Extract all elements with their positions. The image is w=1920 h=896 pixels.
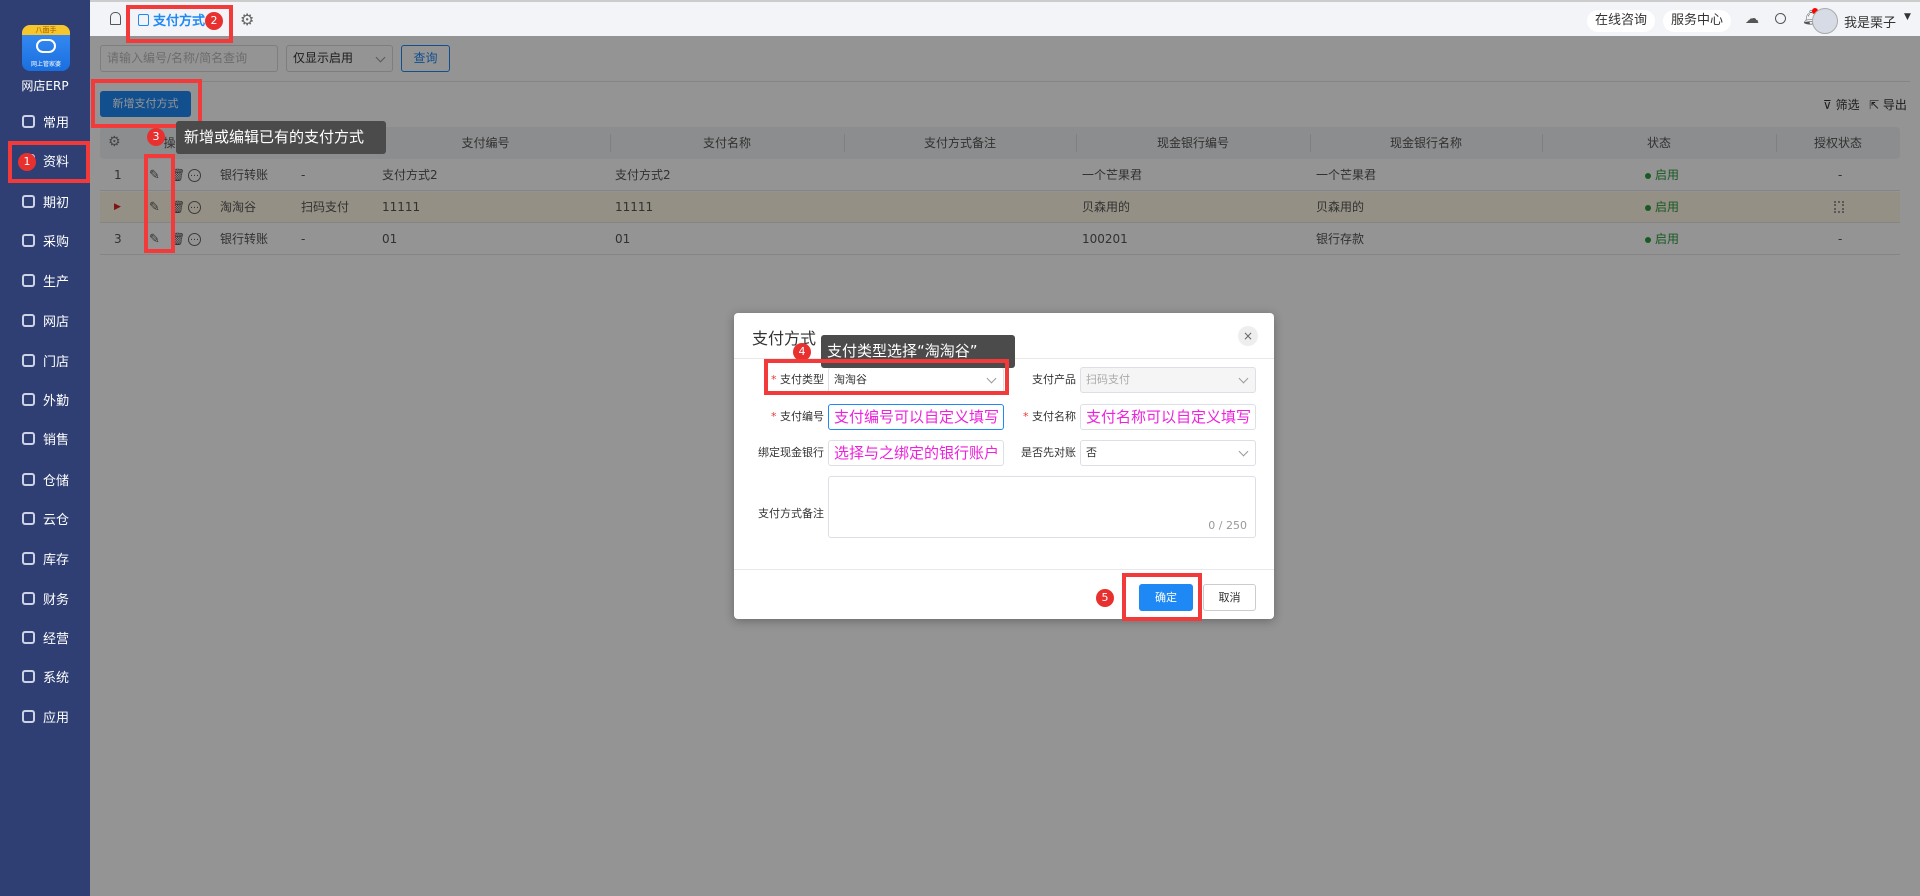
- sidebar-item[interactable]: 常用: [0, 104, 90, 138]
- bank-label: 绑定现金银行: [758, 446, 824, 459]
- nav-icon: [22, 353, 35, 367]
- cloud-icon: [36, 39, 56, 53]
- app-logo[interactable]: 八面手 网上管家婆: [22, 25, 70, 71]
- note-label: 支付方式备注: [758, 507, 824, 520]
- nav-icon: [22, 591, 35, 605]
- name-input[interactable]: 支付名称可以自定义填写: [1080, 404, 1256, 430]
- nav-icon: [22, 114, 35, 128]
- sidebar-item[interactable]: 门店: [0, 343, 90, 377]
- code-label: 支付编号: [734, 404, 824, 430]
- product-label: 支付产品: [1032, 373, 1076, 386]
- sidebar-item[interactable]: 系统: [0, 659, 90, 693]
- chevron-down-icon: [1238, 446, 1249, 457]
- chevron-down-icon: [1238, 373, 1249, 384]
- nav-icon: [22, 431, 35, 445]
- nav-icon: [22, 709, 35, 723]
- cancel-button[interactable]: 取消: [1203, 584, 1256, 611]
- cloud-download-icon[interactable]: ☁: [1745, 11, 1759, 27]
- online-consult-button[interactable]: 在线咨询: [1587, 10, 1656, 32]
- settings-gear-icon[interactable]: ⚙: [240, 10, 254, 29]
- name-label: 支付名称: [1014, 404, 1076, 430]
- nav-icon: [22, 472, 35, 486]
- sidebar-item[interactable]: 网店: [0, 303, 90, 337]
- search-icon[interactable]: [1775, 13, 1786, 24]
- annotation-badge-5: 5: [1096, 589, 1114, 607]
- code-input[interactable]: 支付编号可以自定义填写: [828, 404, 1004, 430]
- nav-icon: [22, 273, 35, 287]
- home-icon[interactable]: [110, 12, 121, 25]
- reconcile-label: 是否先对账: [1021, 446, 1076, 459]
- sidebar-item[interactable]: 应用: [0, 699, 90, 733]
- sidebar-item[interactable]: 仓储: [0, 462, 90, 496]
- app-name: 网店ERP: [21, 79, 69, 93]
- top-bar: 支付方式 ⚙ 在线咨询 服务中心 ☁ 🔔︎ 我是栗子 ▼: [90, 0, 1920, 36]
- caret-down-icon[interactable]: ▼: [1904, 12, 1911, 22]
- note-textarea[interactable]: 0 / 250: [828, 476, 1256, 538]
- nav-icon: [22, 669, 35, 683]
- annotation-tooltip-3: 新增或编辑已有的支付方式: [176, 121, 386, 154]
- user-name[interactable]: 我是栗子: [1844, 12, 1896, 31]
- bank-select[interactable]: 选择与之绑定的银行账户: [828, 440, 1004, 466]
- footer-divider: [734, 569, 1274, 570]
- nav-icon: [22, 392, 35, 406]
- annotation-badge-1: 1: [18, 153, 36, 171]
- sidebar-item[interactable]: 生产: [0, 263, 90, 297]
- annotation-badge-3: 3: [147, 128, 165, 146]
- user-avatar[interactable]: [1812, 8, 1838, 34]
- annotation-box-edit: [144, 154, 175, 253]
- reconcile-select[interactable]: 否: [1080, 440, 1256, 466]
- nav-icon: [22, 194, 35, 208]
- service-center-button[interactable]: 服务中心: [1663, 10, 1732, 32]
- sidebar-item[interactable]: 库存: [0, 541, 90, 575]
- sidebar: 八面手 网上管家婆 网店ERP 常用 资料 期初 采购 生产 网店 门店 外勤 销售 仓储 云仓 库存财…: [0, 0, 90, 896]
- product-select: 扫码支付: [1080, 367, 1256, 393]
- sidebar-item[interactable]: 销售: [0, 421, 90, 455]
- sidebar-item[interactable]: 期初: [0, 184, 90, 218]
- nav-icon: [22, 313, 35, 327]
- annotation-box-confirm: [1122, 573, 1202, 621]
- sidebar-item[interactable]: 外勤: [0, 382, 90, 416]
- sidebar-item[interactable]: 云仓: [0, 501, 90, 535]
- nav-icon: [22, 511, 35, 525]
- nav-icon: [22, 551, 35, 565]
- close-icon[interactable]: ×: [1238, 326, 1258, 346]
- annotation-box-pay-type: [764, 359, 1009, 395]
- sidebar-item[interactable]: 采购: [0, 223, 90, 257]
- sidebar-item[interactable]: 经营: [0, 620, 90, 654]
- note-count: 0 / 250: [1208, 519, 1247, 532]
- nav-icon: [22, 233, 35, 247]
- annotation-badge-2: 2: [205, 12, 223, 30]
- sidebar-item[interactable]: 财务: [0, 581, 90, 615]
- nav-icon: [22, 630, 35, 644]
